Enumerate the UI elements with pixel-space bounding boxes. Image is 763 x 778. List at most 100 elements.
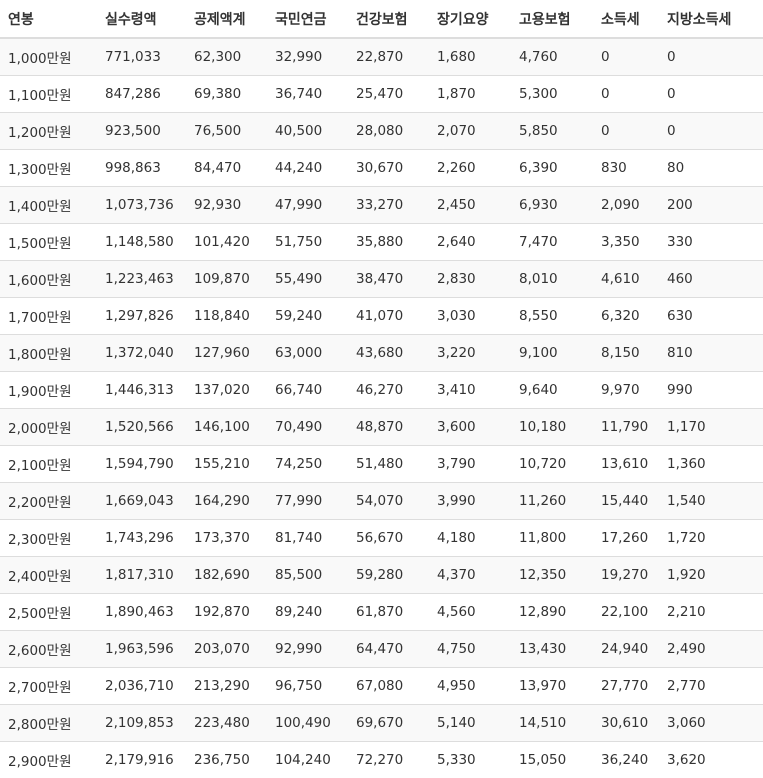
cell-local-income-tax: 460 (667, 259, 763, 297)
cell-salary: 1,500만원 (0, 222, 105, 260)
cell-local-income-tax: 1,920 (667, 555, 763, 593)
cell-local-income-tax: 1,170 (667, 407, 763, 445)
cell-employment-insurance: 7,470 (519, 222, 601, 260)
cell-long-term-care: 5,140 (437, 703, 519, 741)
cell-local-income-tax: 990 (667, 370, 763, 408)
cell-net-pay: 1,594,790 (105, 444, 194, 482)
cell-national-pension: 32,990 (275, 37, 356, 75)
cell-health-insurance: 56,670 (356, 518, 437, 556)
cell-total-deduction: 127,960 (194, 333, 275, 371)
cell-health-insurance: 33,270 (356, 185, 437, 223)
cell-income-tax: 30,610 (601, 703, 667, 741)
cell-national-pension: 81,740 (275, 518, 356, 556)
cell-employment-insurance: 9,640 (519, 370, 601, 408)
cell-long-term-care: 3,990 (437, 481, 519, 519)
cell-salary: 1,200만원 (0, 111, 105, 149)
cell-long-term-care: 4,950 (437, 666, 519, 704)
cell-long-term-care: 2,450 (437, 185, 519, 223)
cell-income-tax: 22,100 (601, 592, 667, 630)
cell-net-pay: 2,179,916 (105, 740, 194, 778)
cell-long-term-care: 1,870 (437, 74, 519, 112)
cell-health-insurance: 72,270 (356, 740, 437, 778)
cell-income-tax: 8,150 (601, 333, 667, 371)
cell-income-tax: 0 (601, 37, 667, 75)
cell-salary: 2,000만원 (0, 407, 105, 445)
cell-employment-insurance: 12,350 (519, 555, 601, 593)
table-body: 1,000만원 771,033 62,300 32,990 22,870 1,680 4,7… (0, 37, 763, 778)
cell-long-term-care: 4,370 (437, 555, 519, 593)
cell-employment-insurance: 13,970 (519, 666, 601, 704)
cell-employment-insurance: 11,800 (519, 518, 601, 556)
cell-total-deduction: 101,420 (194, 222, 275, 260)
cell-employment-insurance: 11,260 (519, 481, 601, 519)
cell-local-income-tax: 2,210 (667, 592, 763, 630)
cell-long-term-care: 2,070 (437, 111, 519, 149)
table-row: 1,300만원 998,863 84,470 44,240 30,670 2,260 6,3… (0, 148, 763, 186)
cell-income-tax: 830 (601, 148, 667, 186)
header-total-deduction: 공제액계 (194, 0, 275, 39)
cell-income-tax: 6,320 (601, 296, 667, 334)
cell-salary: 2,800만원 (0, 703, 105, 741)
cell-income-tax: 27,770 (601, 666, 667, 704)
cell-total-deduction: 203,070 (194, 629, 275, 667)
cell-health-insurance: 22,870 (356, 37, 437, 75)
cell-salary: 2,200만원 (0, 481, 105, 519)
cell-health-insurance: 67,080 (356, 666, 437, 704)
cell-health-insurance: 30,670 (356, 148, 437, 186)
cell-salary: 2,500만원 (0, 592, 105, 630)
cell-salary: 2,400만원 (0, 555, 105, 593)
cell-national-pension: 104,240 (275, 740, 356, 778)
cell-local-income-tax: 3,060 (667, 703, 763, 741)
cell-net-pay: 1,743,296 (105, 518, 194, 556)
cell-long-term-care: 2,830 (437, 259, 519, 297)
cell-employment-insurance: 10,180 (519, 407, 601, 445)
cell-net-pay: 1,372,040 (105, 333, 194, 371)
cell-income-tax: 0 (601, 74, 667, 112)
cell-national-pension: 59,240 (275, 296, 356, 334)
cell-national-pension: 77,990 (275, 481, 356, 519)
table-row: 1,200만원 923,500 76,500 40,500 28,080 2,070 5,8… (0, 111, 763, 149)
cell-employment-insurance: 10,720 (519, 444, 601, 482)
table-row: 2,400만원 1,817,310 182,690 85,500 59,280 4,370… (0, 555, 763, 593)
table-row: 2,800만원 2,109,853 223,480 100,490 69,670 5,14… (0, 703, 763, 741)
cell-long-term-care: 1,680 (437, 37, 519, 75)
cell-income-tax: 0 (601, 111, 667, 149)
table-row: 2,700만원 2,036,710 213,290 96,750 67,080 4,950… (0, 666, 763, 704)
cell-net-pay: 1,890,463 (105, 592, 194, 630)
cell-local-income-tax: 630 (667, 296, 763, 334)
cell-long-term-care: 4,180 (437, 518, 519, 556)
cell-health-insurance: 43,680 (356, 333, 437, 371)
cell-long-term-care: 5,330 (437, 740, 519, 778)
cell-national-pension: 85,500 (275, 555, 356, 593)
cell-national-pension: 47,990 (275, 185, 356, 223)
cell-income-tax: 4,610 (601, 259, 667, 297)
cell-long-term-care: 4,560 (437, 592, 519, 630)
cell-net-pay: 771,033 (105, 37, 194, 75)
table-row: 1,000만원 771,033 62,300 32,990 22,870 1,680 4,7… (0, 37, 763, 75)
cell-net-pay: 923,500 (105, 111, 194, 149)
cell-net-pay: 2,036,710 (105, 666, 194, 704)
cell-total-deduction: 223,480 (194, 703, 275, 741)
table-row: 1,900만원 1,446,313 137,020 66,740 46,270 3,410… (0, 370, 763, 408)
cell-total-deduction: 118,840 (194, 296, 275, 334)
cell-total-deduction: 213,290 (194, 666, 275, 704)
cell-national-pension: 51,750 (275, 222, 356, 260)
cell-health-insurance: 69,670 (356, 703, 437, 741)
header-local-income-tax: 지방소득세 (667, 0, 763, 39)
cell-national-pension: 40,500 (275, 111, 356, 149)
cell-income-tax: 11,790 (601, 407, 667, 445)
cell-salary: 1,300만원 (0, 148, 105, 186)
cell-net-pay: 1,817,310 (105, 555, 194, 593)
cell-salary: 1,600만원 (0, 259, 105, 297)
header-employment-insurance: 고용보험 (519, 0, 601, 39)
table-row: 1,700만원 1,297,826 118,840 59,240 41,070 3,030… (0, 296, 763, 334)
cell-total-deduction: 137,020 (194, 370, 275, 408)
cell-health-insurance: 54,070 (356, 481, 437, 519)
cell-long-term-care: 2,640 (437, 222, 519, 260)
cell-local-income-tax: 3,620 (667, 740, 763, 778)
cell-long-term-care: 3,600 (437, 407, 519, 445)
cell-local-income-tax: 0 (667, 37, 763, 75)
cell-health-insurance: 35,880 (356, 222, 437, 260)
table-row: 1,100만원 847,286 69,380 36,740 25,470 1,870 5,3… (0, 74, 763, 112)
cell-local-income-tax: 200 (667, 185, 763, 223)
